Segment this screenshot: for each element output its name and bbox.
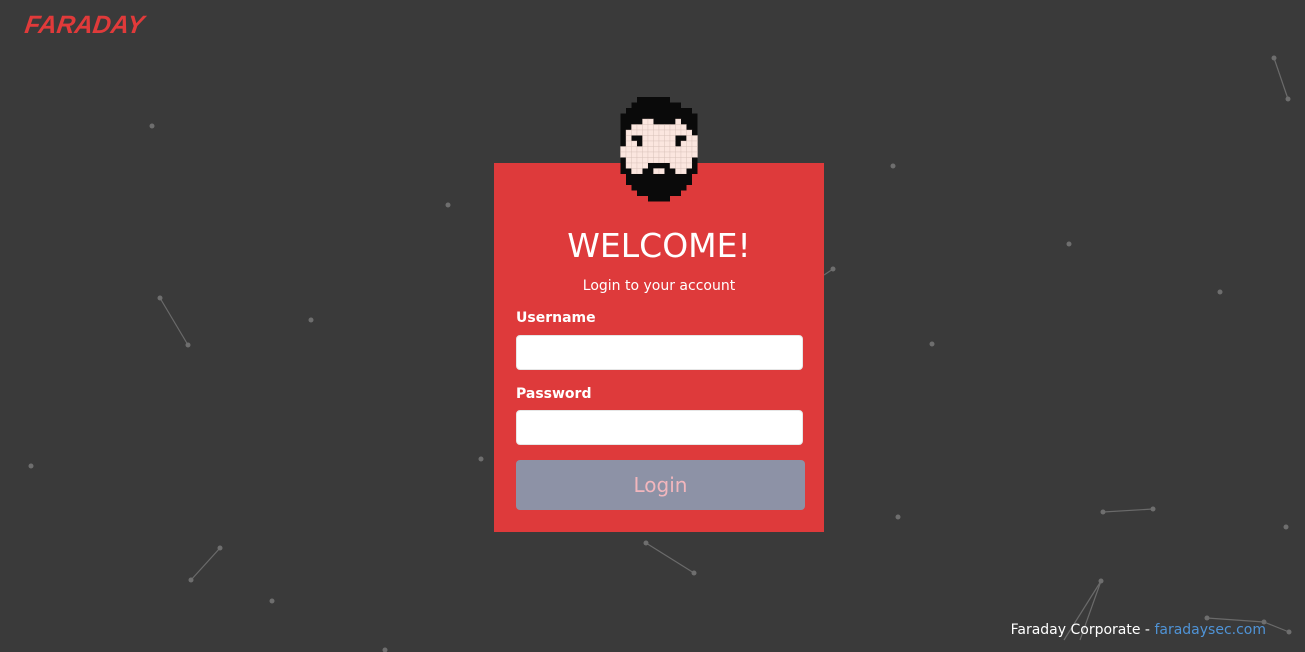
password-label: Password <box>516 386 592 402</box>
avatar-icon <box>620 97 698 202</box>
password-field[interactable] <box>516 410 803 445</box>
footer-company: Faraday Corporate - <box>1010 622 1150 638</box>
faraday-logo: FARADAY <box>23 11 146 39</box>
faradaysec-link[interactable]: faradaysec.com <box>1154 622 1266 638</box>
footer: Faraday Corporate - faradaysec.com <box>1011 620 1266 640</box>
login-button[interactable]: Login <box>516 460 805 510</box>
login-subtitle: Login to your account <box>582 278 736 294</box>
username-label: Username <box>516 310 596 326</box>
login-page: FARADAY WELCOME! Login to your account U… <box>0 0 1305 652</box>
welcome-title: WELCOME! <box>567 226 751 265</box>
username-field[interactable] <box>516 335 803 370</box>
